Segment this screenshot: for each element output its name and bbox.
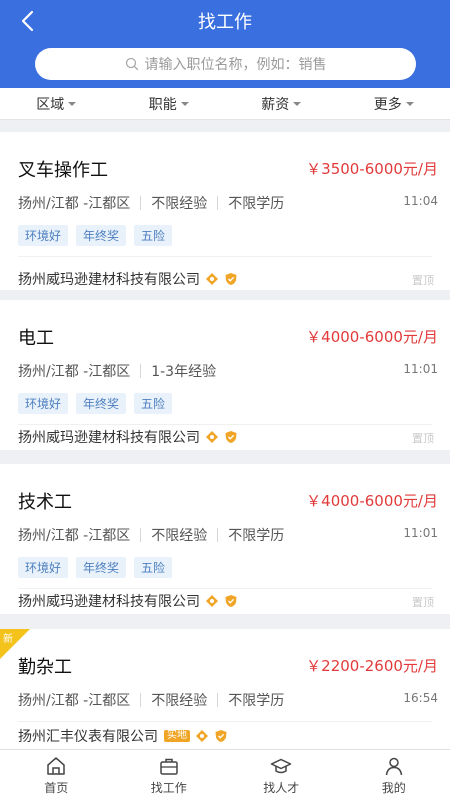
pin-label: 置顶 bbox=[412, 432, 434, 445]
home-icon bbox=[47, 756, 65, 775]
divider bbox=[18, 588, 432, 589]
caret-down-icon bbox=[405, 101, 414, 106]
company-name: 扬州汇丰仪表有限公司 bbox=[18, 729, 158, 745]
job-experience: 不限经验 bbox=[151, 196, 208, 212]
job-salary: ￥4000-6000元/月 bbox=[306, 328, 438, 346]
company-name: 扬州威玛逊建材科技有限公司 bbox=[18, 430, 200, 446]
filter-function[interactable]: 职能 bbox=[113, 88, 226, 119]
caret-down-icon bbox=[68, 101, 77, 106]
job-tag: 年终奖 bbox=[76, 393, 127, 414]
job-time: 11:01 bbox=[403, 362, 438, 376]
tab-label: 找工作 bbox=[150, 780, 187, 795]
job-title: 电工 bbox=[18, 328, 54, 349]
search-input[interactable]: 请输入职位名称，例如：销售 bbox=[35, 48, 416, 80]
job-education: 不限学历 bbox=[228, 528, 285, 544]
job-card[interactable]: 叉车操作工 ￥3500-6000元/月 扬州/江都 -江都区 不限经验 不限学历… bbox=[0, 132, 450, 290]
job-list: 叉车操作工 ￥3500-6000元/月 扬州/江都 -江都区 不限经验 不限学历… bbox=[0, 121, 450, 749]
diamond-badge-icon bbox=[196, 730, 208, 742]
bottom-tab-bar: 首页 找工作 找人才 我的 bbox=[0, 749, 450, 800]
tab-label: 找人才 bbox=[263, 780, 300, 795]
job-salary: ￥4000-6000元/月 bbox=[306, 492, 438, 510]
caret-down-icon bbox=[180, 101, 189, 106]
job-tags: 环境好 年终奖 五险 bbox=[18, 557, 180, 578]
pin-label: 置顶 bbox=[412, 274, 434, 287]
page-title: 找工作 bbox=[198, 12, 252, 33]
tab-find-talent[interactable]: 找人才 bbox=[225, 750, 338, 800]
tab-home[interactable]: 首页 bbox=[0, 750, 113, 800]
job-location: 扬州/江都 -江都区 bbox=[18, 196, 131, 212]
company-row: 扬州威玛逊建材科技有限公司 bbox=[18, 591, 238, 611]
job-experience: 不限经验 bbox=[151, 693, 208, 709]
briefcase-icon bbox=[160, 758, 178, 775]
job-tag: 年终奖 bbox=[76, 557, 127, 578]
search-icon bbox=[125, 57, 138, 71]
job-card[interactable]: 技术工 ￥4000-6000元/月 扬州/江都 -江都区 不限经验 不限学历 1… bbox=[0, 464, 450, 614]
pin-label: 置顶 bbox=[412, 596, 434, 609]
company-row: 扬州威玛逊建材科技有限公司 bbox=[18, 269, 238, 289]
job-time: 16:54 bbox=[403, 691, 438, 705]
new-label: 新 bbox=[3, 634, 13, 645]
tab-label: 首页 bbox=[44, 780, 69, 795]
filter-region[interactable]: 区域 bbox=[0, 88, 113, 119]
job-title: 叉车操作工 bbox=[18, 160, 108, 181]
graduation-cap-icon bbox=[271, 758, 292, 773]
divider bbox=[18, 424, 432, 425]
job-education: 不限学历 bbox=[228, 196, 285, 212]
job-time: 11:04 bbox=[403, 194, 438, 208]
job-tags: 环境好 年终奖 五险 bbox=[18, 225, 180, 246]
person-icon bbox=[385, 757, 402, 775]
job-tag: 环境好 bbox=[18, 393, 69, 414]
filter-bar: 区域 职能 薪资 更多 bbox=[0, 88, 450, 120]
job-card[interactable]: 电工 ￥4000-6000元/月 扬州/江都 -江都区 1-3年经验 11:01… bbox=[0, 300, 450, 450]
shield-badge-icon bbox=[215, 730, 227, 742]
job-tag: 五险 bbox=[134, 393, 173, 414]
job-time: 11:01 bbox=[403, 526, 438, 540]
job-meta: 扬州/江都 -江都区 1-3年经验 bbox=[18, 361, 216, 381]
job-tag: 五险 bbox=[134, 557, 173, 578]
diamond-badge-icon bbox=[206, 431, 218, 443]
tab-label: 我的 bbox=[381, 780, 406, 795]
search-placeholder: 请输入职位名称，例如：销售 bbox=[144, 57, 327, 73]
job-experience: 不限经验 bbox=[151, 528, 208, 544]
job-education: 不限学历 bbox=[228, 693, 285, 709]
company-row: 扬州汇丰仪表有限公司 实地 bbox=[18, 726, 228, 746]
job-meta: 扬州/江都 -江都区 不限经验 不限学历 bbox=[18, 193, 284, 213]
tab-mine[interactable]: 我的 bbox=[338, 750, 450, 800]
shield-badge-icon bbox=[225, 595, 237, 607]
job-salary: ￥2200-2600元/月 bbox=[306, 657, 438, 675]
app-header: 找工作 请输入职位名称，例如：销售 bbox=[0, 0, 450, 88]
company-name: 扬州威玛逊建材科技有限公司 bbox=[18, 272, 200, 288]
job-meta: 扬州/江都 -江都区 不限经验 不限学历 bbox=[18, 690, 284, 710]
job-title: 勤杂工 bbox=[18, 657, 72, 678]
job-tag: 环境好 bbox=[18, 225, 69, 246]
job-tag: 五险 bbox=[134, 225, 173, 246]
job-title: 技术工 bbox=[18, 492, 72, 513]
caret-down-icon bbox=[293, 101, 302, 106]
tab-find-job[interactable]: 找工作 bbox=[113, 750, 226, 800]
company-row: 扬州威玛逊建材科技有限公司 bbox=[18, 427, 238, 447]
company-name: 扬州威玛逊建材科技有限公司 bbox=[18, 594, 200, 610]
job-salary: ￥3500-6000元/月 bbox=[306, 160, 438, 178]
job-experience: 1-3年经验 bbox=[151, 364, 217, 380]
diamond-badge-icon bbox=[206, 273, 218, 285]
divider bbox=[18, 256, 432, 257]
shield-badge-icon bbox=[225, 431, 237, 443]
diamond-badge-icon bbox=[206, 595, 218, 607]
job-tag: 年终奖 bbox=[76, 225, 127, 246]
job-location: 扬州/江都 -江都区 bbox=[18, 528, 131, 544]
filter-more[interactable]: 更多 bbox=[338, 88, 450, 119]
job-meta: 扬州/江都 -江都区 不限经验 不限学历 bbox=[18, 525, 284, 545]
divider bbox=[18, 721, 432, 722]
job-card[interactable]: 新 勤杂工 ￥2200-2600元/月 扬州/江都 -江都区 不限经验 不限学历… bbox=[0, 629, 450, 749]
job-location: 扬州/江都 -江都区 bbox=[18, 693, 131, 709]
filter-salary[interactable]: 薪资 bbox=[225, 88, 338, 119]
job-location: 扬州/江都 -江都区 bbox=[18, 364, 131, 380]
job-tags: 环境好 年终奖 五险 bbox=[18, 393, 180, 414]
job-tag: 环境好 bbox=[18, 557, 69, 578]
onsite-badge: 实地 bbox=[164, 730, 190, 742]
shield-badge-icon bbox=[225, 273, 237, 285]
